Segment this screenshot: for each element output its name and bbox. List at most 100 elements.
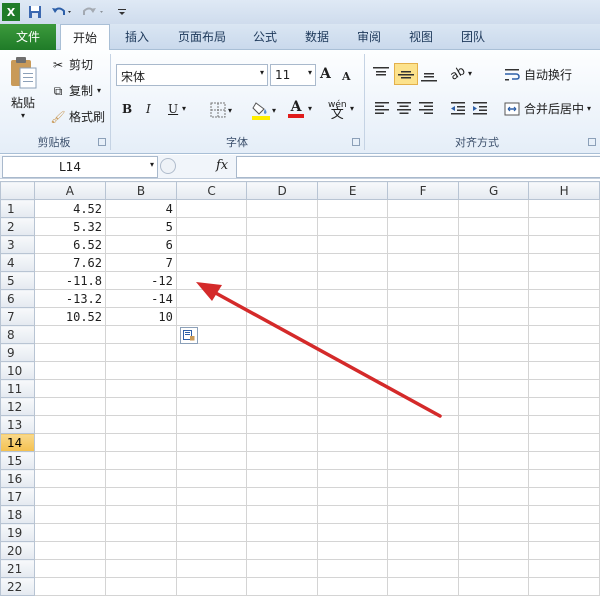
align-left-button[interactable] [374,100,390,116]
font-name-select[interactable]: 宋体 ▾ [116,64,268,86]
cell-empty[interactable] [387,577,459,596]
clipboard-group-label: 剪贴板 [37,136,71,149]
tab-view[interactable]: 视图 [400,24,442,50]
font-color-dropdown-icon[interactable]: ▾ [308,104,312,113]
format-painter-label: 格式刷 [69,110,106,124]
grow-font-button[interactable]: A [320,66,331,82]
wrap-text-icon [505,68,520,80]
merge-center-label: 合并后居中 [524,102,585,116]
copy-label: 复制 [69,84,94,98]
scissors-icon: ✂ [52,57,64,72]
merge-center-icon [504,102,520,115]
font-size-value: 11 [275,68,291,82]
tab-insert[interactable]: 插入 [116,24,158,50]
worksheet: A B C D E F G H 1 4.52 4 2 5.32 5 3 6.52 6 4 7.62 7… [0,181,600,596]
excel-logo-icon[interactable]: X [2,3,20,21]
increase-indent-icon [473,102,487,115]
align-top-icon [373,67,389,76]
cut-button[interactable]: ✂ 剪切 [50,56,93,73]
align-left-icon [375,102,389,114]
phonetic-button[interactable]: wén 文 [328,100,347,122]
format-painter-button[interactable]: 🖌 格式刷 [50,108,105,125]
align-top-button[interactable] [372,66,390,82]
decrease-indent-icon [451,102,465,115]
align-center-button[interactable] [396,100,412,116]
chevron-down-icon: ▾ [307,68,312,77]
chevron-down-icon: ▾ [149,160,154,169]
formula-input[interactable] [236,156,600,178]
align-center-icon [397,102,411,114]
cell-empty[interactable] [175,577,248,596]
alignment-group-label: 对齐方式 [455,136,499,149]
ribbon-tabs: 文件 开始 插入 页面布局 公式 数据 审阅 视图 团队 [0,24,600,51]
tab-home[interactable]: 开始 [60,24,110,51]
row-header[interactable]: 22 [0,577,35,596]
align-right-button[interactable] [418,100,434,116]
save-icon[interactable] [26,3,44,21]
italic-button[interactable]: I [146,102,151,116]
annotation-arrow [196,282,442,418]
tab-data[interactable]: 数据 [296,24,338,50]
name-box-value: L14 [59,160,81,174]
font-color-swatch [288,114,304,118]
cell-b[interactable] [105,577,177,596]
cell-empty[interactable] [457,577,530,596]
name-box[interactable]: L14 ▾ [2,156,158,178]
font-color-icon: A [290,99,302,115]
merge-center-button[interactable]: 合并后居中 ▾ [504,100,591,117]
font-size-select[interactable]: 11 ▾ [270,64,316,86]
underline-dropdown-icon[interactable]: ▾ [182,104,186,113]
paste-icon [11,57,37,89]
tab-review[interactable]: 审阅 [348,24,390,50]
cell-empty[interactable] [246,577,318,596]
orientation-icon: ab [447,63,468,83]
brush-icon: 🖌 [50,109,66,124]
bold-button[interactable]: B [122,102,132,116]
insert-function-button[interactable]: fx [216,158,228,173]
phonetic-icon: 文 [330,107,344,122]
cell-a[interactable] [33,577,107,596]
fill-bucket-icon [252,102,270,120]
table-row: 22 [0,577,600,596]
cell-empty[interactable] [528,577,600,596]
tab-page-layout[interactable]: 页面布局 [170,24,234,50]
ribbon-home: 粘贴 ▾ ✂ 剪切 ⧉ 复制 ▾ 🖌 格式刷 剪贴板 宋体 ▾ 11 ▾ A A B I… [0,50,600,154]
redo-icon[interactable] [80,3,108,21]
customize-icon[interactable] [116,3,128,21]
phonetic-dropdown-icon[interactable]: ▾ [350,104,354,113]
paste-label: 粘贴 [10,96,35,110]
alignment-launcher-icon[interactable] [588,138,596,146]
tab-file[interactable]: 文件 [0,24,56,50]
align-middle-button[interactable] [394,63,418,85]
formula-bar: L14 ▾ fx [0,155,600,179]
chevron-down-icon: ▾ [259,68,264,77]
tab-formulas[interactable]: 公式 [244,24,286,50]
quick-access-toolbar: X [0,0,600,24]
orientation-button[interactable]: ab ▾ [447,63,472,83]
align-right-icon [419,102,433,114]
tab-team[interactable]: 团队 [452,24,494,50]
wrap-text-button[interactable]: 自动换行 [504,66,572,83]
formula-bar-toggle[interactable] [160,158,176,174]
paste-button[interactable]: 粘贴 ▾ [6,56,40,120]
increase-indent-button[interactable] [472,100,488,116]
cut-label: 剪切 [69,58,94,72]
align-bottom-icon [421,73,437,82]
cell-empty[interactable] [316,577,389,596]
borders-button[interactable]: ▾ [210,102,232,118]
borders-icon [210,102,226,118]
align-bottom-button[interactable] [420,66,438,82]
copy-button[interactable]: ⧉ 复制 ▾ [50,82,101,99]
copy-icon: ⧉ [53,83,63,98]
font-color-button[interactable]: A [288,100,304,118]
fill-color-button[interactable]: ▾ [252,100,276,120]
underline-button[interactable]: U [168,102,178,116]
font-name-value: 宋体 [121,70,146,84]
wrap-text-label: 自动换行 [524,68,573,82]
font-launcher-icon[interactable] [352,138,360,146]
shrink-font-button[interactable]: A [342,70,351,83]
decrease-indent-button[interactable] [450,100,466,116]
clipboard-launcher-icon[interactable] [98,138,106,146]
undo-icon[interactable] [48,3,76,21]
align-middle-icon [398,71,414,79]
